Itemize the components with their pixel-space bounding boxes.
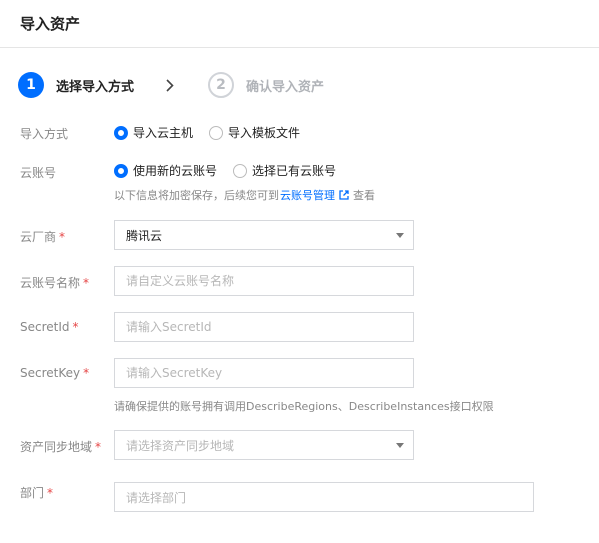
step-indicator: 1 选择导入方式 2 确认导入资产 — [18, 70, 324, 100]
department-label-text: 部门 — [20, 486, 45, 500]
secret-key-hint: 请确保提供的账号拥有调用DescribeRegions、DescribeInst… — [114, 398, 494, 414]
secret-key-label-text: SecretKey — [20, 366, 81, 380]
import-method-label-text: 导入方式 — [20, 127, 69, 141]
radio-unchecked-icon — [233, 163, 248, 178]
required-mark: * — [47, 486, 54, 500]
secret-id-label: SecretId * — [20, 320, 79, 334]
provider-label: 云厂商 * — [20, 228, 65, 245]
account-name-label: 云账号名称 * — [20, 274, 89, 291]
department-select[interactable]: 请选择部门 — [114, 482, 534, 512]
sync-region-label-text: 资产同步地域 — [20, 440, 93, 454]
radio-label: 选择已有云账号 — [252, 164, 337, 178]
cloud-account-radio-group: 使用新的云账号 选择已有云账号 — [114, 162, 352, 179]
secret-id-label-text: SecretId — [20, 320, 70, 334]
radio-import-template-file[interactable]: 导入模板文件 — [209, 124, 300, 141]
secret-id-field — [114, 312, 414, 342]
department-placeholder: 请选择部门 — [126, 490, 187, 505]
dialog-header: 导入资产 — [0, 0, 599, 48]
radio-select-existing-account[interactable]: 选择已有云账号 — [233, 162, 336, 179]
caret-down-icon — [396, 233, 404, 238]
radio-import-cloud-host[interactable]: 导入云主机 — [114, 124, 193, 141]
external-link-icon[interactable] — [339, 190, 349, 200]
account-name-input[interactable] — [126, 274, 413, 288]
cloud-account-hint: 以下信息将加密保存，后续您可到 云账号管理 查看 — [114, 187, 375, 203]
provider-select[interactable]: 腾讯云 — [114, 220, 414, 250]
page-title: 导入资产 — [20, 15, 81, 33]
chevron-right-icon — [166, 78, 174, 92]
secret-key-input[interactable] — [126, 366, 413, 380]
required-mark: * — [59, 230, 66, 244]
caret-down-icon — [396, 443, 404, 448]
permission-hint-text: 请确保提供的账号拥有调用DescribeRegions、DescribeInst… — [114, 400, 494, 413]
cloud-account-management-link[interactable]: 云账号管理 — [280, 187, 335, 203]
step-1-number: 1 — [18, 72, 44, 98]
radio-label: 导入模板文件 — [228, 126, 301, 140]
required-mark: * — [72, 320, 79, 334]
step-1-label: 选择导入方式 — [56, 79, 135, 95]
hint-prefix: 以下信息将加密保存，后续您可到 — [114, 189, 279, 202]
required-mark: * — [83, 366, 90, 380]
provider-label-text: 云厂商 — [20, 230, 57, 244]
sync-region-label: 资产同步地域 * — [20, 438, 101, 455]
account-name-label-text: 云账号名称 — [20, 276, 81, 290]
radio-label: 使用新的云账号 — [133, 164, 218, 178]
radio-checked-icon — [114, 125, 128, 140]
department-label: 部门 * — [20, 484, 53, 501]
account-name-field — [114, 266, 414, 296]
secret-key-label: SecretKey * — [20, 366, 89, 380]
cloud-account-label-text: 云账号 — [20, 166, 57, 180]
provider-selected-value: 腾讯云 — [126, 228, 163, 243]
radio-use-new-account[interactable]: 使用新的云账号 — [114, 162, 217, 179]
radio-unchecked-icon — [209, 125, 224, 140]
sync-region-placeholder: 请选择资产同步地域 — [126, 438, 235, 453]
required-mark: * — [95, 440, 102, 454]
cloud-account-label: 云账号 — [20, 164, 56, 181]
step-2-label: 确认导入资产 — [246, 79, 325, 95]
hint-suffix: 查看 — [353, 189, 375, 202]
required-mark: * — [83, 276, 90, 290]
step-2-number: 2 — [208, 72, 235, 98]
radio-label: 导入云主机 — [133, 126, 194, 140]
sync-region-select[interactable]: 请选择资产同步地域 — [114, 430, 414, 460]
secret-key-field — [114, 358, 414, 388]
secret-id-input[interactable] — [126, 320, 413, 334]
import-method-radio-group: 导入云主机 导入模板文件 — [114, 124, 316, 141]
import-method-label: 导入方式 — [20, 125, 68, 142]
radio-checked-icon — [114, 163, 128, 178]
